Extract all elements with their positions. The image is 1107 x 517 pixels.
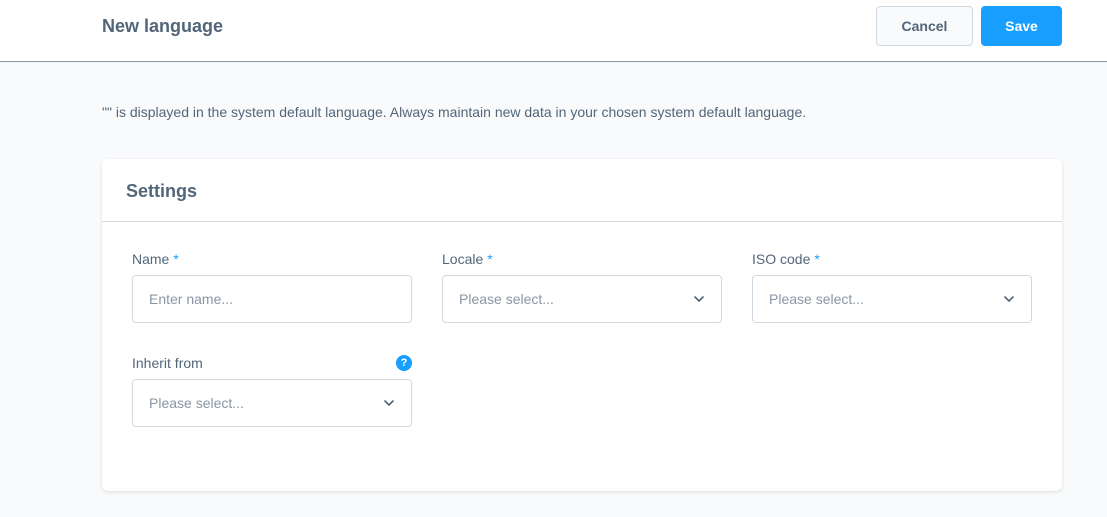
- settings-card: Settings Name * Locale * Please select..…: [102, 159, 1062, 491]
- name-field: Name *: [132, 249, 412, 323]
- locale-select-value: Please select...: [459, 291, 554, 307]
- locale-required-mark: *: [487, 251, 493, 267]
- inherit-from-field: Inherit from ? Please select...: [132, 353, 412, 427]
- locale-select[interactable]: Please select...: [442, 275, 722, 323]
- inherit-from-label-text: Inherit from: [132, 355, 203, 371]
- inherit-from-select-value: Please select...: [149, 395, 244, 411]
- inherit-from-select[interactable]: Please select...: [132, 379, 412, 427]
- settings-card-header: Settings: [102, 159, 1062, 222]
- page-title: New language: [102, 16, 224, 36]
- iso-code-required-mark: *: [814, 251, 820, 267]
- chevron-down-icon: [693, 293, 705, 305]
- cancel-button[interactable]: Cancel: [876, 6, 973, 46]
- top-bar: New language Cancel Save: [0, 0, 1107, 62]
- iso-code-label: ISO code *: [752, 249, 1032, 269]
- iso-code-select-value: Please select...: [769, 291, 864, 307]
- chevron-down-icon: [1003, 293, 1015, 305]
- iso-code-select[interactable]: Please select...: [752, 275, 1032, 323]
- locale-label: Locale *: [442, 249, 722, 269]
- chevron-down-icon: [383, 397, 395, 409]
- inherit-from-label: Inherit from: [132, 353, 412, 373]
- name-input[interactable]: [132, 275, 412, 323]
- default-language-notice: "" is displayed in the system default la…: [102, 104, 807, 120]
- iso-code-field: ISO code * Please select...: [752, 249, 1032, 323]
- locale-label-text: Locale: [442, 251, 484, 267]
- save-button[interactable]: Save: [981, 6, 1062, 46]
- help-icon[interactable]: ?: [396, 355, 412, 371]
- settings-card-title: Settings: [126, 181, 198, 201]
- name-required-mark: *: [173, 251, 179, 267]
- name-label-text: Name: [132, 251, 170, 267]
- iso-code-label-text: ISO code: [752, 251, 811, 267]
- name-label: Name *: [132, 249, 412, 269]
- locale-field: Locale * Please select...: [442, 249, 722, 323]
